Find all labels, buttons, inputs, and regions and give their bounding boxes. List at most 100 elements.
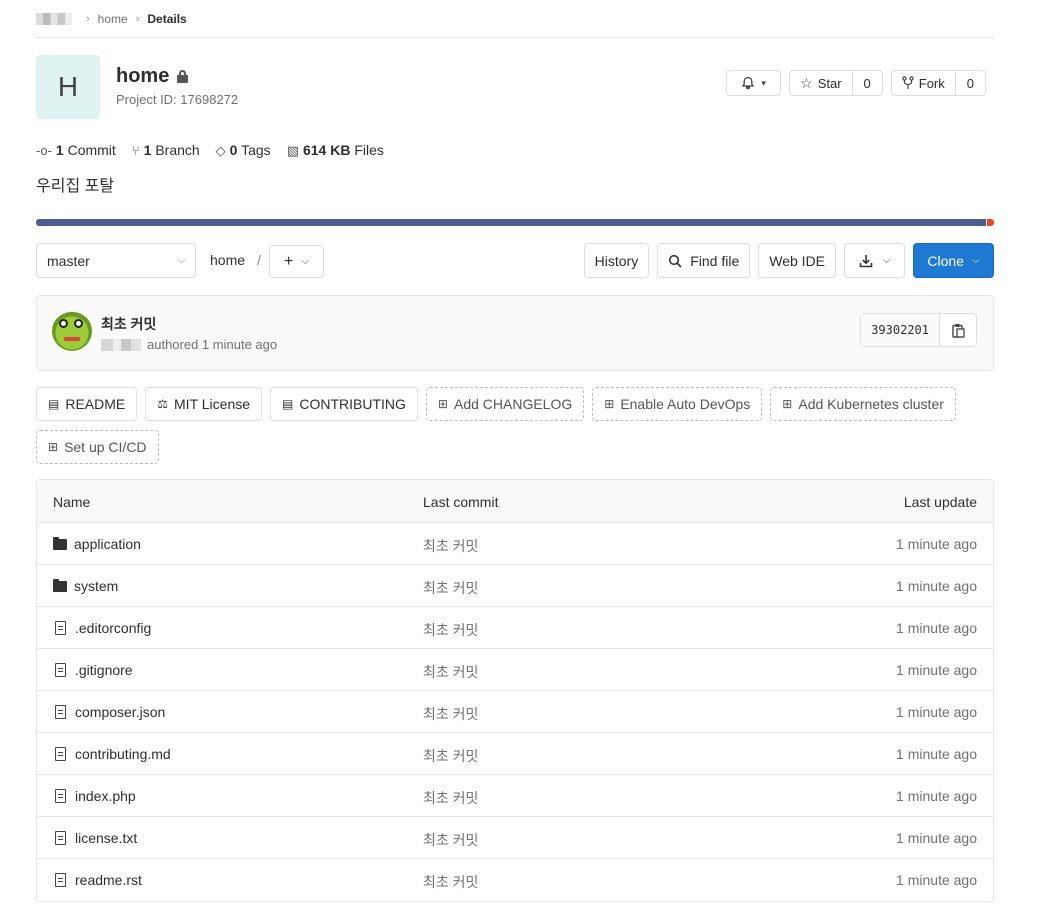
file-icon bbox=[55, 621, 66, 635]
chevron-down-icon: ⌵ bbox=[177, 254, 186, 266]
language-segment-php[interactable] bbox=[36, 219, 986, 226]
table-row[interactable]: .editorconfig 최초 커밋 1 minute ago bbox=[37, 607, 993, 649]
branch-name: master bbox=[47, 252, 90, 269]
file-name[interactable]: readme.rst bbox=[75, 872, 142, 888]
file-icon bbox=[55, 873, 66, 887]
last-commit-message[interactable]: 최초 커밋 bbox=[423, 704, 478, 724]
repository-shortcuts: ▤ README ⚖ MIT License ▤ CONTRIBUTING ⊞ … bbox=[36, 387, 994, 464]
last-update-time: 1 minute ago bbox=[896, 578, 977, 594]
last-update-time: 1 minute ago bbox=[896, 830, 977, 846]
main-content: master ⌵ home / + ⌵ History Find file We… bbox=[36, 0, 994, 915]
file-icon bbox=[55, 789, 66, 803]
path-separator: / bbox=[257, 252, 261, 268]
copy-sha-button[interactable] bbox=[940, 314, 976, 346]
clipboard-icon bbox=[951, 323, 965, 338]
search-icon bbox=[669, 254, 682, 268]
chevron-down-icon: ⌵ bbox=[301, 256, 309, 267]
last-update-time: 1 minute ago bbox=[896, 704, 977, 720]
last-commit-message[interactable]: 최초 커밋 bbox=[423, 788, 478, 808]
table-row[interactable]: contributing.md 최초 커밋 1 minute ago bbox=[37, 733, 993, 775]
table-row[interactable]: system 최초 커밋 1 minute ago bbox=[37, 565, 993, 607]
last-update-time: 1 minute ago bbox=[896, 788, 977, 804]
setup-ci-cd-button[interactable]: ⊞ Set up CI/CD bbox=[36, 430, 159, 464]
commit-title[interactable]: 최초 커밋 bbox=[101, 314, 156, 334]
commit-authored-time: authored 1 minute ago bbox=[147, 337, 278, 352]
author-name[interactable] bbox=[101, 338, 141, 351]
last-commit: 최초 커밋 authored 1 minute ago 39302201 bbox=[36, 295, 994, 371]
scale-icon: ⚖ bbox=[157, 397, 169, 411]
file-name[interactable]: composer.json bbox=[75, 704, 165, 720]
table-row[interactable]: index.php 최초 커밋 1 minute ago bbox=[37, 775, 993, 817]
doc-icon: ▤ bbox=[48, 397, 60, 411]
file-icon bbox=[55, 663, 66, 677]
file-name[interactable]: application bbox=[74, 536, 141, 552]
download-dropdown[interactable]: ⌵ bbox=[844, 243, 905, 278]
file-name[interactable]: .editorconfig bbox=[75, 620, 151, 636]
plus-square-icon: ⊞ bbox=[604, 397, 615, 411]
file-icon bbox=[55, 705, 66, 719]
file-name[interactable]: license.txt bbox=[75, 830, 137, 846]
commit-meta: authored 1 minute ago bbox=[101, 337, 277, 352]
add-changelog-button[interactable]: ⊞ Add CHANGELOG bbox=[425, 387, 585, 421]
plus-square-icon: ⊞ bbox=[437, 397, 448, 411]
license-button[interactable]: ⚖ MIT License bbox=[145, 387, 263, 421]
last-commit-message[interactable]: 최초 커밋 bbox=[423, 662, 478, 682]
plus-square-icon: ⊞ bbox=[782, 397, 793, 411]
last-commit-message[interactable]: 최초 커밋 bbox=[423, 872, 478, 892]
repository-language-bar[interactable] bbox=[36, 219, 994, 226]
plus-icon: + bbox=[284, 252, 294, 270]
table-row[interactable]: license.txt 최초 커밋 1 minute ago bbox=[37, 817, 993, 859]
enable-auto-devops-button[interactable]: ⊞ Enable Auto DevOps bbox=[592, 387, 763, 421]
clone-dropdown[interactable]: Clone ⌵ bbox=[913, 243, 994, 278]
history-button[interactable]: History bbox=[583, 243, 650, 278]
path-root[interactable]: home bbox=[210, 252, 245, 268]
file-name[interactable]: system bbox=[74, 578, 118, 594]
last-update-time: 1 minute ago bbox=[896, 872, 977, 888]
chevron-down-icon: ⌵ bbox=[972, 255, 980, 266]
last-update-time: 1 minute ago bbox=[896, 620, 977, 636]
chevron-down-icon: ⌵ bbox=[882, 255, 891, 266]
last-commit-message[interactable]: 최초 커밋 bbox=[423, 536, 478, 556]
commit-sha-group: 39302201 bbox=[860, 313, 977, 347]
file-name[interactable]: contributing.md bbox=[75, 746, 171, 762]
table-header: Name Last commit Last update bbox=[37, 480, 993, 523]
doc-icon: ▤ bbox=[282, 397, 294, 411]
branch-dropdown[interactable]: master ⌵ bbox=[36, 243, 196, 278]
contributing-button[interactable]: ▤ CONTRIBUTING bbox=[270, 387, 418, 421]
last-update-time: 1 minute ago bbox=[896, 746, 977, 762]
folder-icon bbox=[53, 578, 67, 592]
table-row[interactable]: readme.rst 최초 커밋 1 minute ago bbox=[37, 859, 993, 901]
column-header-last-commit: Last commit bbox=[423, 494, 499, 510]
last-commit-message[interactable]: 최초 커밋 bbox=[423, 830, 478, 850]
language-segment-other[interactable] bbox=[987, 219, 994, 226]
plus-square-icon: ⊞ bbox=[48, 440, 59, 454]
tree-actions: History Find file Web IDE ⌵ Clone ⌵ bbox=[583, 243, 994, 278]
last-update-time: 1 minute ago bbox=[896, 662, 977, 678]
last-update-time: 1 minute ago bbox=[896, 536, 977, 552]
file-tree-table: Name Last commit Last update application… bbox=[36, 479, 994, 902]
table-row[interactable]: .gitignore 최초 커밋 1 minute ago bbox=[37, 649, 993, 691]
file-name[interactable]: index.php bbox=[75, 788, 136, 804]
table-row[interactable]: composer.json 최초 커밋 1 minute ago bbox=[37, 691, 993, 733]
author-avatar[interactable] bbox=[52, 311, 92, 351]
web-ide-button[interactable]: Web IDE bbox=[758, 243, 836, 278]
column-header-name: Name bbox=[53, 494, 91, 510]
file-name[interactable]: .gitignore bbox=[75, 662, 133, 678]
add-kubernetes-cluster-button[interactable]: ⊞ Add Kubernetes cluster bbox=[770, 387, 956, 421]
tree-controls: master ⌵ home / + ⌵ History Find file We… bbox=[36, 243, 994, 278]
last-commit-message[interactable]: 최초 커밋 bbox=[423, 578, 478, 598]
commit-sha[interactable]: 39302201 bbox=[861, 314, 940, 346]
add-to-tree-dropdown[interactable]: + ⌵ bbox=[269, 245, 324, 278]
file-icon bbox=[55, 831, 66, 845]
clone-label: Clone bbox=[927, 252, 964, 269]
readme-button[interactable]: ▤ README bbox=[36, 387, 138, 421]
file-icon bbox=[55, 747, 66, 761]
folder-icon bbox=[53, 536, 67, 550]
find-file-button[interactable]: Find file bbox=[657, 243, 751, 278]
last-commit-message[interactable]: 최초 커밋 bbox=[423, 620, 478, 640]
last-commit-message[interactable]: 최초 커밋 bbox=[423, 746, 478, 766]
column-header-last-update: Last update bbox=[903, 494, 977, 510]
download-icon bbox=[859, 254, 873, 267]
find-file-label: Find file bbox=[690, 252, 740, 269]
table-row[interactable]: application 최초 커밋 1 minute ago bbox=[37, 523, 993, 565]
